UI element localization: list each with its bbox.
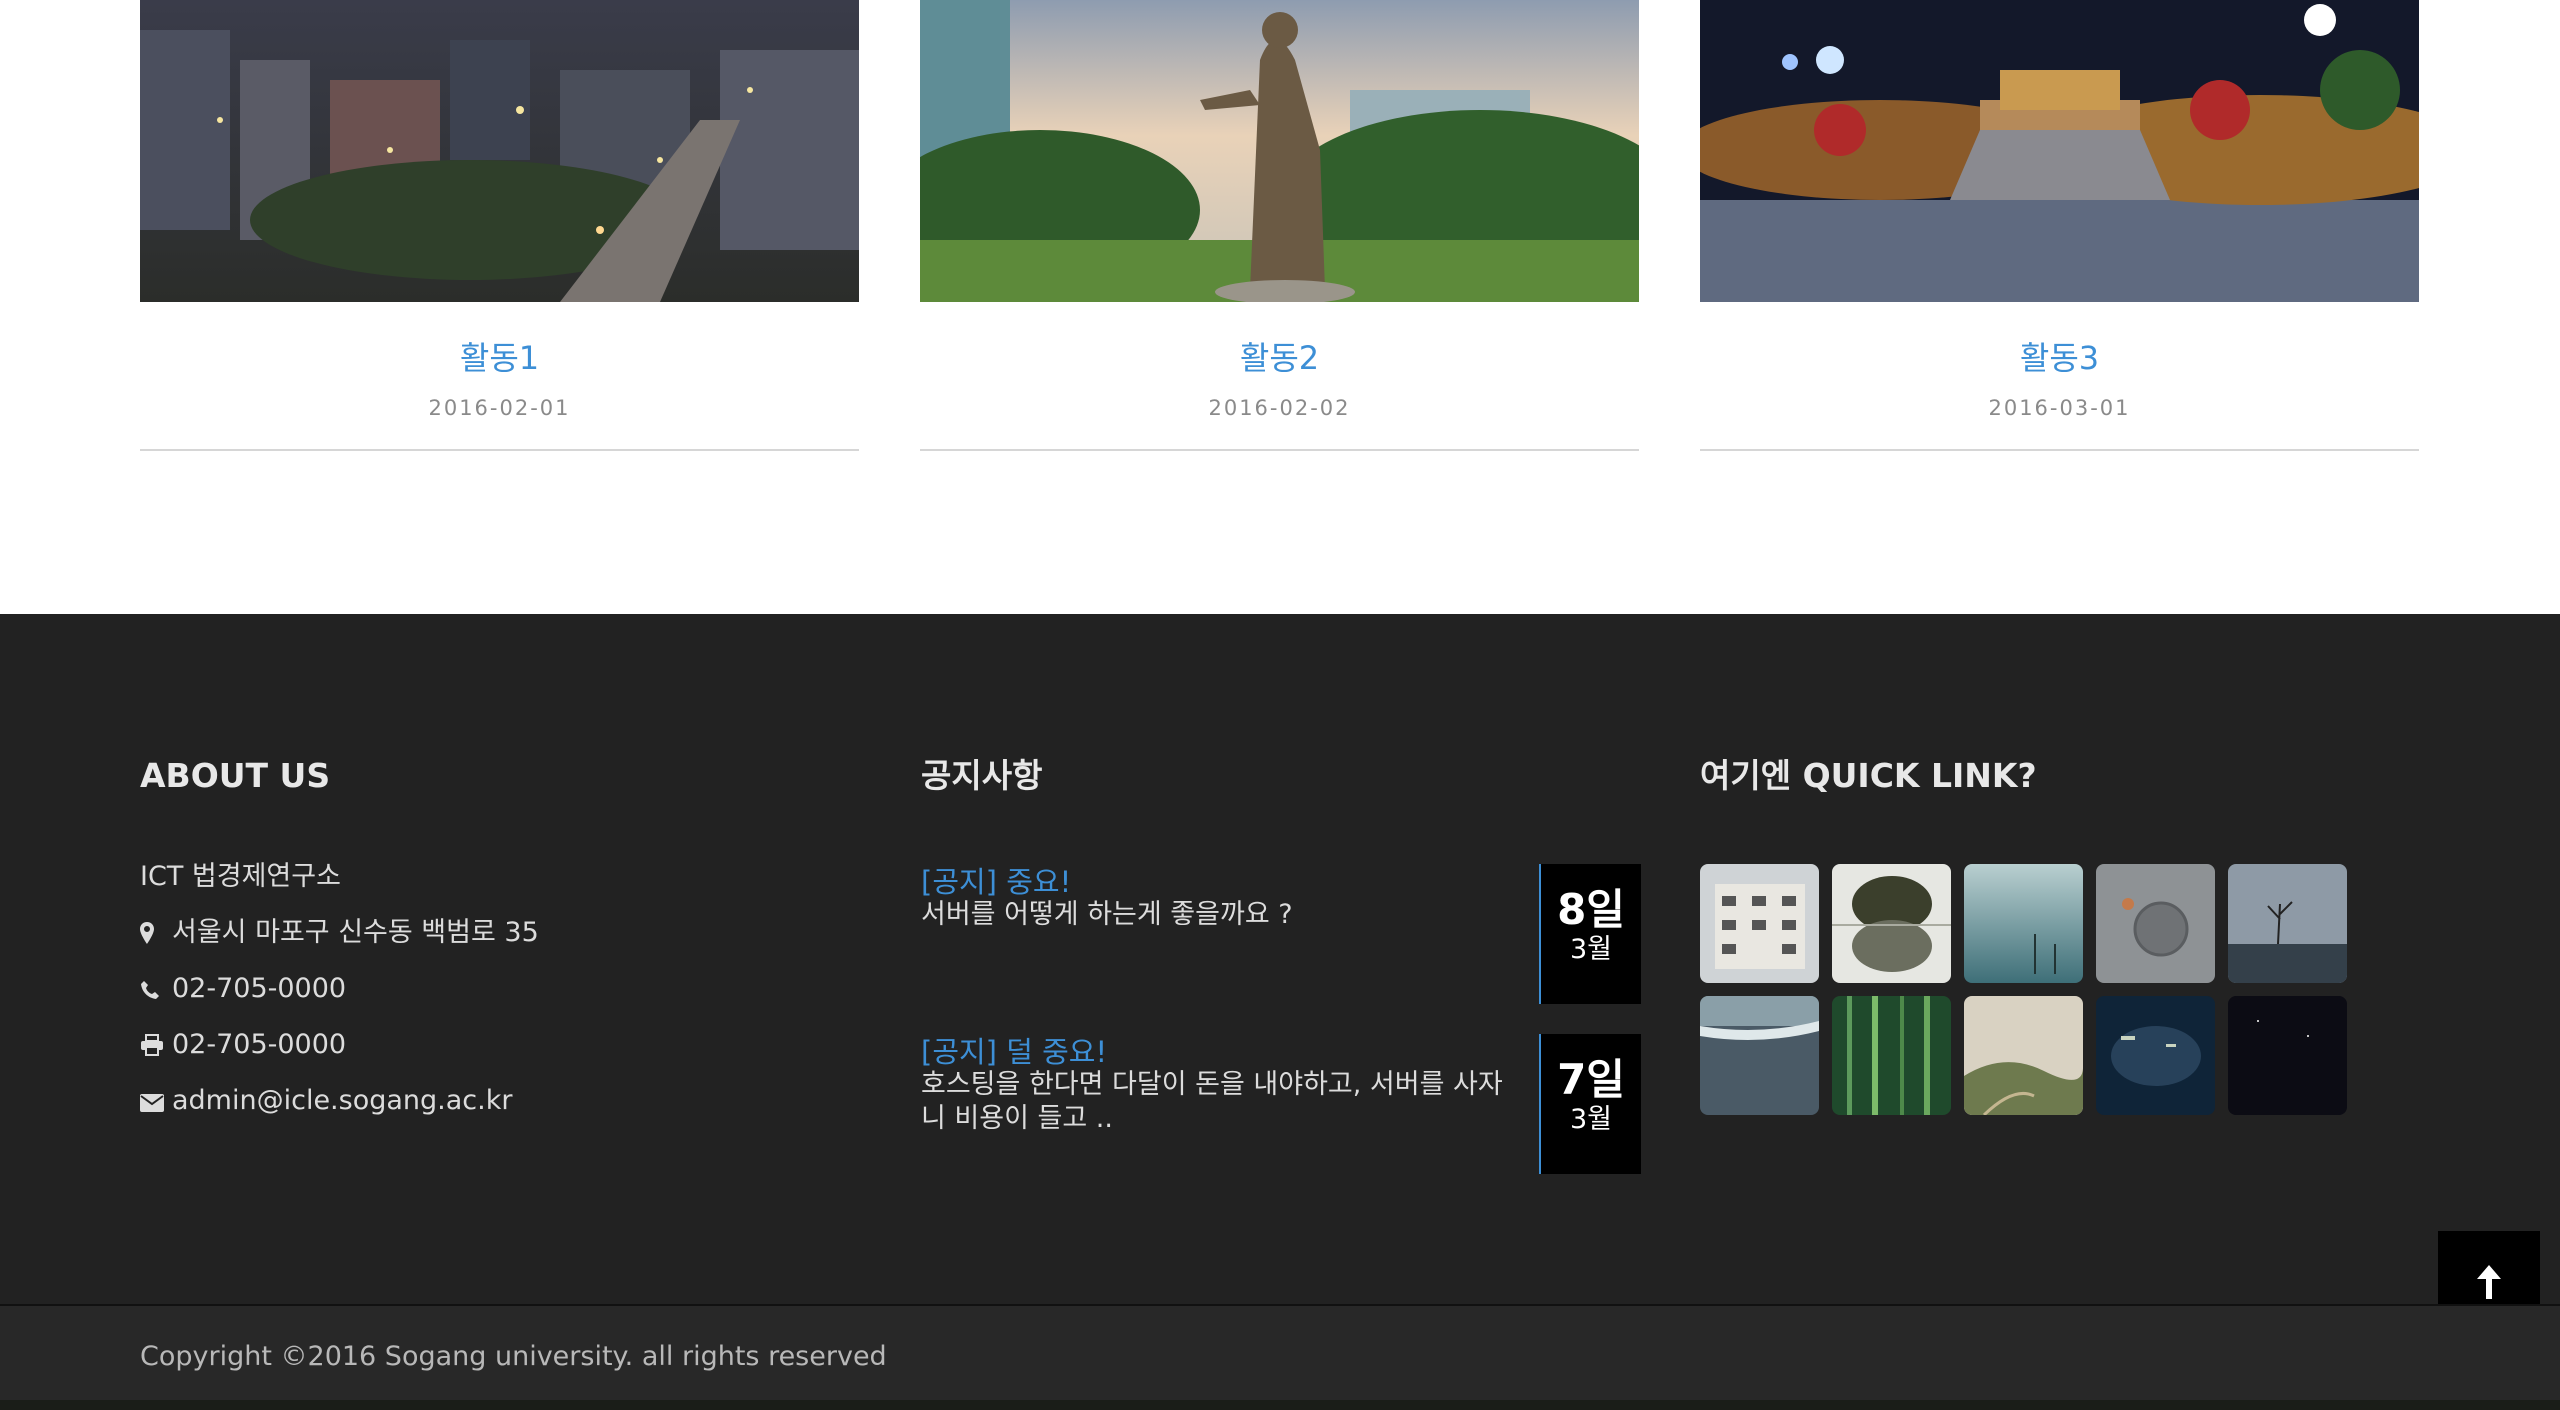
- phone-text: 02-705-0000: [172, 973, 347, 1004]
- foggy-lake-photo[interactable]: [1964, 864, 2083, 983]
- notice-month: 3월: [1569, 1104, 1613, 1135]
- bamboo-forest-photo[interactable]: [1832, 996, 1951, 1115]
- notice-day: 7일: [1557, 1055, 1625, 1104]
- activity-card[interactable]: 활동2 2016-02-02: [920, 0, 1639, 452]
- fax-icon: [140, 1031, 166, 1065]
- building-photo[interactable]: [1700, 864, 1819, 983]
- address-text: 서울시 마포구 신수동 백범로 35: [172, 917, 539, 948]
- divider: [1700, 449, 2419, 451]
- phone-line: 02-705-0000: [140, 972, 346, 1009]
- fax-text: 02-705-0000: [172, 1029, 347, 1060]
- notice-title[interactable]: [공지] 덜 중요!: [921, 1034, 1107, 1070]
- divider: [920, 449, 1639, 451]
- copyright-text: Copyright ©2016 Sogang university. all r…: [140, 1341, 887, 1372]
- email-text[interactable]: admin@icle.sogang.ac.kr: [172, 1085, 512, 1116]
- manhole-photo[interactable]: [2096, 864, 2215, 983]
- phone-icon: [140, 975, 166, 1009]
- christmas-lights-photo[interactable]: [1700, 0, 2419, 302]
- divider: [140, 449, 859, 451]
- bare-tree-sea-photo[interactable]: [2228, 864, 2347, 983]
- notice-title[interactable]: [공지] 중요!: [921, 864, 1071, 900]
- email-line: admin@icle.sogang.ac.kr: [140, 1084, 512, 1121]
- notice-item[interactable]: [공지] 덜 중요! 호스팅을 한다면 다달이 돈을 내야하고, 서버를 사자니…: [921, 1034, 1641, 1174]
- hazy-hills-photo[interactable]: [1964, 996, 2083, 1115]
- night-sky-photo[interactable]: [2228, 996, 2347, 1115]
- dark-water-photo[interactable]: [2096, 996, 2215, 1115]
- notice-date-box: 7일 3월: [1539, 1034, 1641, 1174]
- envelope-icon: [140, 1087, 166, 1121]
- tree-reflection-photo[interactable]: [1832, 864, 1951, 983]
- map-marker-icon: [140, 919, 166, 953]
- about-heading: ABOUT US: [140, 756, 331, 795]
- night-city-photo[interactable]: [140, 0, 859, 302]
- page-bottom-strip: [0, 1400, 2560, 1410]
- notice-month: 3월: [1569, 934, 1613, 965]
- activity-section: 활동1 2016-02-01 활동2 2016-02-02 활동3 2016-0…: [0, 0, 2560, 614]
- activity-card[interactable]: 활동1 2016-02-01: [140, 0, 859, 452]
- arrow-up-icon: [2477, 1265, 2501, 1299]
- activity-date: 2016-03-01: [1988, 396, 2131, 420]
- activity-title[interactable]: 활동3: [1700, 338, 2419, 378]
- copyright-bar: Copyright ©2016 Sogang university. all r…: [0, 1304, 2560, 1402]
- notice-body: 서버를 어떻게 하는게 좋을까요 ?: [921, 899, 1293, 930]
- notice-body: 호스팅을 한다면 다달이 돈을 내야하고, 서버를 사자니 비용이 들고 ..: [921, 1069, 1503, 1134]
- activity-card[interactable]: 활동3 2016-03-01: [1700, 0, 2419, 452]
- beach-photo[interactable]: [1700, 996, 1819, 1115]
- activity-title[interactable]: 활동2: [920, 338, 1639, 378]
- quicklinks-heading: 여기엔 QUICK LINK?: [1700, 756, 2037, 795]
- activity-date: 2016-02-02: [1208, 396, 1351, 420]
- activity-date: 2016-02-01: [428, 396, 571, 420]
- notices-heading: 공지사항: [921, 756, 1043, 795]
- statue-campus-photo[interactable]: [920, 0, 1639, 302]
- fax-line: 02-705-0000: [140, 1028, 346, 1065]
- activity-title[interactable]: 활동1: [140, 338, 859, 378]
- notice-item[interactable]: [공지] 중요! 서버를 어떻게 하는게 좋을까요 ? 8일 3월: [921, 864, 1641, 1004]
- notice-day: 8일: [1557, 885, 1625, 934]
- org-name: ICT 법경제연구소: [140, 861, 341, 892]
- footer: ABOUT US ICT 법경제연구소 서울시 마포구 신수동 백범로 35 0…: [0, 614, 2560, 1333]
- notice-date-box: 8일 3월: [1539, 864, 1641, 1004]
- address-line: 서울시 마포구 신수동 백범로 35: [140, 916, 539, 953]
